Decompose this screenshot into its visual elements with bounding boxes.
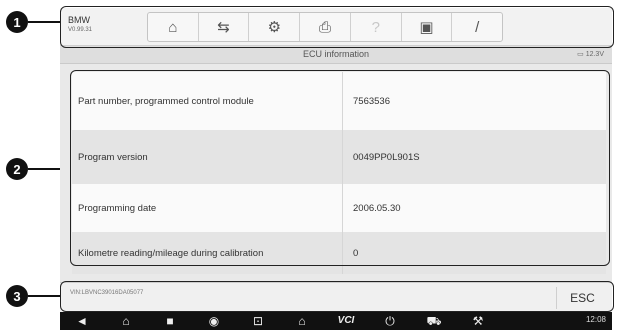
shop-icon: ⚒ bbox=[472, 314, 484, 328]
screenshot-button[interactable]: ⊡ bbox=[236, 312, 280, 330]
vci-icon: VCI bbox=[337, 315, 355, 326]
status-clock: 12:08 bbox=[585, 315, 606, 324]
callout-line-3 bbox=[28, 295, 60, 297]
back-icon: ◄ bbox=[76, 314, 88, 328]
maxisys-home-icon: ⌂ bbox=[298, 314, 306, 328]
battery-voltage: 12.3V bbox=[585, 51, 604, 58]
callout-frame-footer bbox=[60, 281, 614, 312]
callout-frame-info bbox=[70, 70, 610, 266]
car-icon: ⛟ bbox=[426, 314, 442, 328]
battery-status: ▭ 12.3V bbox=[577, 50, 604, 58]
shop-button[interactable]: ⚒ bbox=[456, 312, 500, 330]
car-button[interactable]: ⛟ bbox=[412, 312, 456, 330]
recents-icon: ■ bbox=[166, 314, 174, 328]
browser-button[interactable]: ◉ bbox=[192, 312, 236, 330]
home-icon: ⌂ bbox=[122, 314, 130, 328]
callout-marker-3: 3 bbox=[6, 285, 28, 307]
screenshot-icon: ⊡ bbox=[252, 314, 264, 328]
title-bar: ECU information ▭ 12.3V bbox=[60, 46, 612, 64]
battery-icon: ▭ bbox=[577, 51, 586, 58]
browser-icon: ◉ bbox=[208, 314, 220, 328]
android-nav-bar: ◄ ⌂ ■ ◉ ⊡ ⌂ VCI ⏻ ⛟ ⚒ 12:08 bbox=[60, 312, 612, 330]
callout-frame-toolbar bbox=[60, 6, 614, 48]
vci-button[interactable]: VCI bbox=[324, 312, 368, 330]
page-title: ECU information bbox=[302, 49, 370, 59]
power-icon: ⏻ bbox=[385, 314, 395, 328]
recents-button[interactable]: ■ bbox=[148, 312, 192, 330]
maxisys-button[interactable]: ⌂ bbox=[280, 312, 324, 330]
back-button[interactable]: ◄ bbox=[60, 312, 104, 330]
home-nav-button[interactable]: ⌂ bbox=[104, 312, 148, 330]
callout-line-1 bbox=[28, 21, 60, 23]
callout-marker-1: 1 bbox=[6, 11, 28, 33]
callout-marker-2: 2 bbox=[6, 158, 28, 180]
power-button[interactable]: ⏻ bbox=[368, 312, 412, 330]
